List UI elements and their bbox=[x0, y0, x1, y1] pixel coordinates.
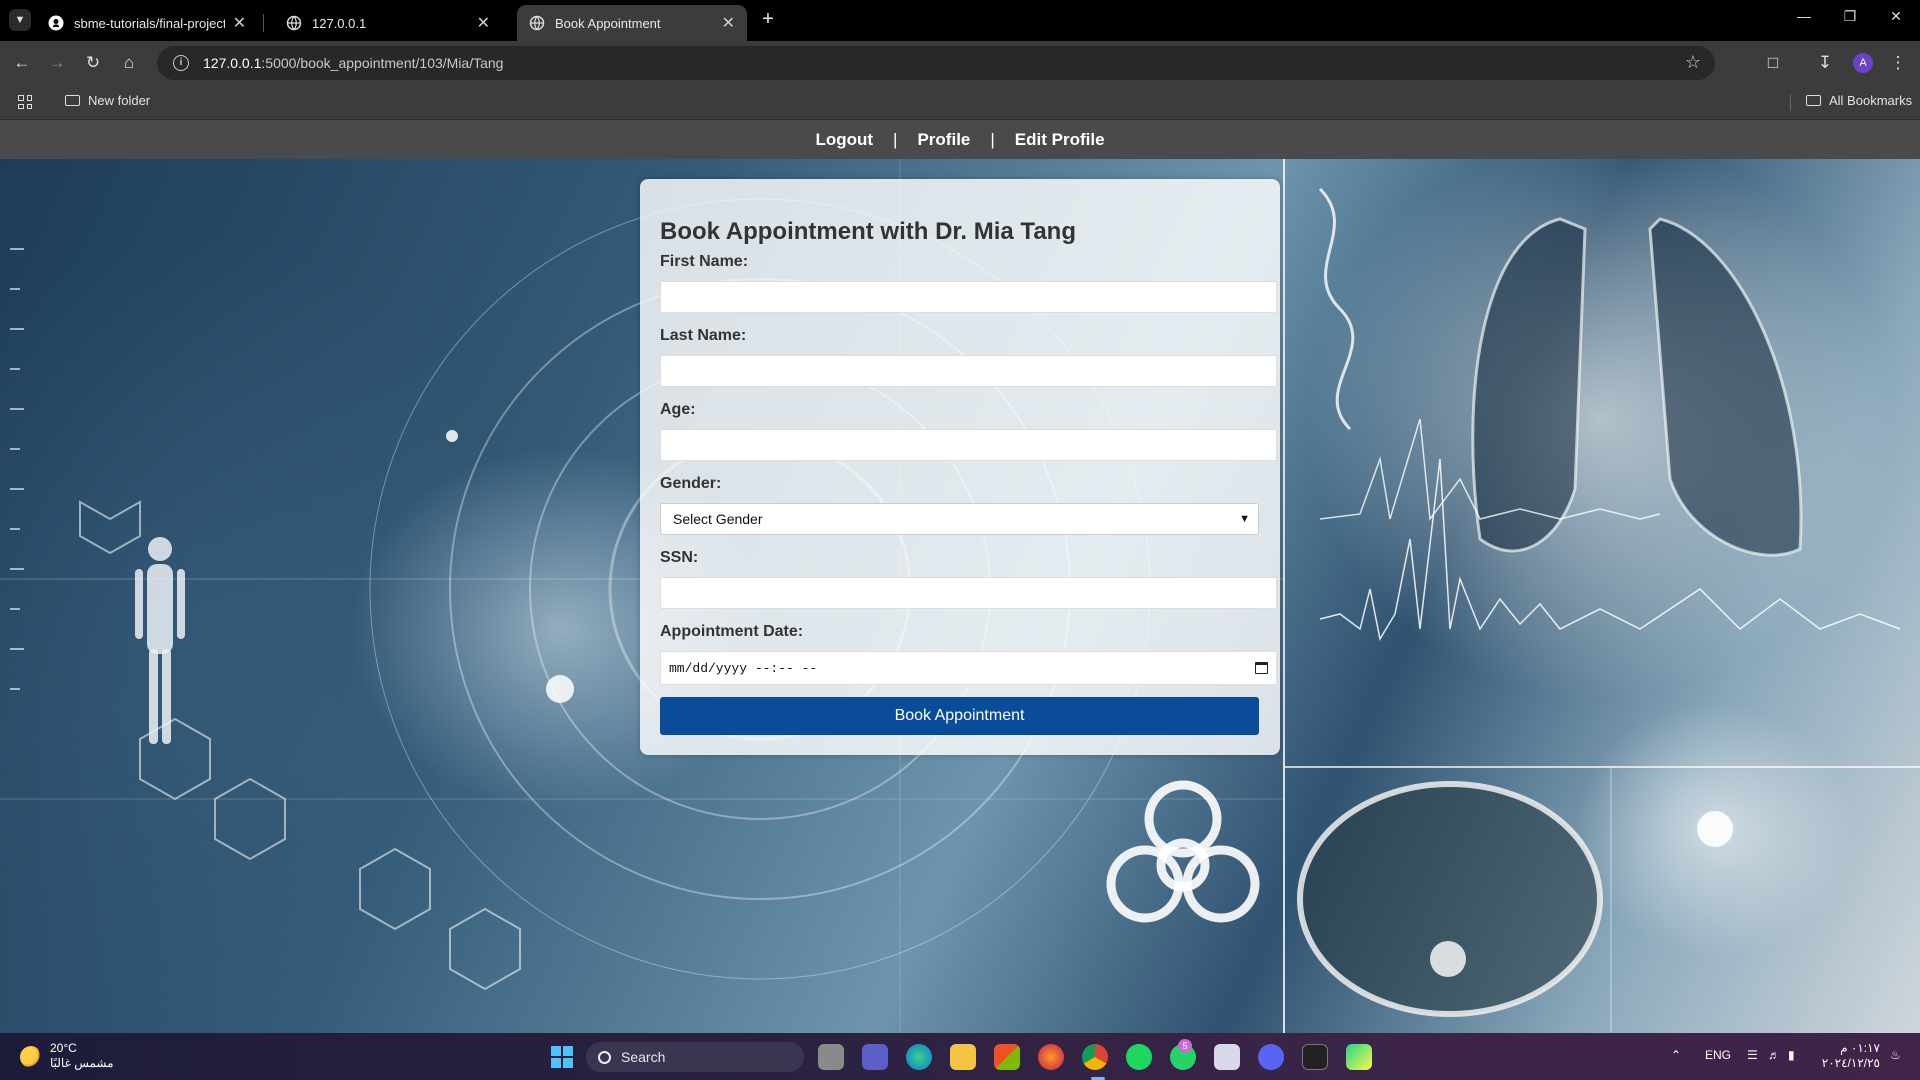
profile-avatar[interactable]: A bbox=[1853, 53, 1873, 73]
extensions-icon[interactable]: □ bbox=[1761, 51, 1785, 75]
close-icon[interactable]: ✕ bbox=[477, 13, 490, 33]
weather-widget[interactable]: 20°C مشمس غالبًا bbox=[50, 1041, 114, 1071]
first-name-field[interactable] bbox=[660, 281, 1277, 313]
bookmark-folder-new-folder[interactable]: New folder bbox=[65, 93, 150, 108]
ssn-field[interactable] bbox=[660, 577, 1277, 609]
apps-grid-icon[interactable] bbox=[18, 95, 32, 109]
system-clock[interactable]: ٠١:١٧ م ٢٠٢٤/١٢/٢٥ bbox=[1800, 1041, 1880, 1071]
taskbar-search[interactable]: Search bbox=[586, 1042, 804, 1072]
age-field[interactable] bbox=[660, 429, 1277, 461]
spotify-icon[interactable] bbox=[1126, 1044, 1152, 1070]
browser-toolbar: ← → ↻ ⌂ i 127.0.0.1:5000/book_appointmen… bbox=[0, 41, 1920, 85]
file-explorer-icon[interactable] bbox=[950, 1044, 976, 1070]
forward-icon[interactable]: → bbox=[45, 51, 69, 75]
page-content: Logout | Profile | Edit Profile Book App… bbox=[0, 120, 1920, 1033]
minimize-icon[interactable]: — bbox=[1781, 8, 1827, 24]
github-icon bbox=[48, 15, 64, 31]
tab-label: sbme-tutorials/final-project-da bbox=[74, 15, 225, 31]
site-info-icon[interactable]: i bbox=[173, 55, 189, 71]
age-label: Age: bbox=[660, 401, 696, 418]
menu-kebab-icon[interactable]: ⋮ bbox=[1886, 51, 1910, 75]
close-icon[interactable]: ✕ bbox=[233, 13, 246, 33]
bookmark-star-icon[interactable]: ☆ bbox=[1685, 52, 1701, 73]
back-icon[interactable]: ← bbox=[10, 51, 34, 75]
wifi-icon[interactable]: ☰ bbox=[1747, 1048, 1758, 1062]
ssn-label: SSN: bbox=[660, 549, 699, 566]
bookmarks-bar: New folder All Bookmarks bbox=[0, 85, 1920, 120]
nav-separator: | bbox=[893, 129, 898, 149]
search-icon bbox=[598, 1050, 611, 1064]
notification-bell-icon[interactable]: ♨ bbox=[1890, 1048, 1901, 1062]
globe-icon bbox=[286, 15, 302, 31]
tab-label: 127.0.0.1 bbox=[312, 15, 367, 31]
browser-tab-bar: ▼ sbme-tutorials/final-project-da ✕ 127.… bbox=[0, 0, 1920, 41]
tab-localhost[interactable]: 127.0.0.1 ✕ bbox=[274, 5, 502, 41]
volume-icon[interactable]: ♬ bbox=[1768, 1048, 1780, 1062]
address-bar[interactable]: i 127.0.0.1:5000/book_appointment/103/Mi… bbox=[157, 46, 1715, 80]
bookmark-label: New folder bbox=[88, 93, 151, 108]
discord-icon[interactable] bbox=[1258, 1044, 1284, 1070]
tab-search-button[interactable]: ▼ bbox=[9, 9, 31, 31]
url-text[interactable]: 127.0.0.1:5000/book_appointment/103/Mia/… bbox=[203, 55, 503, 71]
tab-github[interactable]: sbme-tutorials/final-project-da ✕ bbox=[36, 5, 258, 41]
gender-select[interactable]: Select Gender ▼ bbox=[660, 503, 1259, 535]
book-appointment-button[interactable]: Book Appointment bbox=[660, 697, 1259, 735]
clock-time: ٠١:١٧ م bbox=[1840, 1041, 1880, 1055]
snipping-tool-icon[interactable] bbox=[1214, 1044, 1240, 1070]
microsoft-store-icon[interactable] bbox=[994, 1044, 1020, 1070]
first-name-label: First Name: bbox=[660, 253, 749, 270]
all-bookmarks[interactable]: All Bookmarks bbox=[1806, 93, 1912, 108]
pycharm-icon[interactable] bbox=[1346, 1044, 1372, 1070]
tab-divider bbox=[263, 14, 264, 32]
date-placeholder: mm/dd/yyyy --:-- -- bbox=[669, 660, 818, 676]
task-view-icon[interactable] bbox=[818, 1044, 844, 1070]
last-name-label: Last Name: bbox=[660, 327, 747, 344]
discord-badge: 5 bbox=[1178, 1039, 1192, 1053]
bookmarks-divider bbox=[1790, 94, 1791, 111]
teams-icon[interactable] bbox=[862, 1044, 888, 1070]
tab-label: Book Appointment bbox=[555, 15, 661, 31]
close-icon[interactable]: ✕ bbox=[722, 13, 735, 33]
bookmark-label: All Bookmarks bbox=[1829, 93, 1913, 108]
weather-sun-icon[interactable] bbox=[20, 1046, 42, 1068]
battery-icon[interactable]: ▮ bbox=[1788, 1048, 1795, 1062]
language-indicator[interactable]: ENG bbox=[1705, 1048, 1731, 1062]
globe-icon bbox=[529, 15, 545, 31]
window-close-icon[interactable]: ✕ bbox=[1873, 8, 1919, 25]
site-nav: Logout | Profile | Edit Profile bbox=[0, 120, 1920, 159]
appointment-date-label: Appointment Date: bbox=[660, 623, 804, 640]
edge-icon[interactable] bbox=[906, 1044, 932, 1070]
search-label: Search bbox=[621, 1049, 666, 1065]
nav-separator: | bbox=[990, 129, 995, 149]
terminal-icon[interactable] bbox=[1302, 1044, 1328, 1070]
home-icon[interactable]: ⌂ bbox=[117, 51, 141, 75]
logout-link[interactable]: Logout bbox=[815, 130, 873, 150]
chevron-up-icon[interactable]: ⌃ bbox=[1671, 1048, 1681, 1062]
profile-link[interactable]: Profile bbox=[917, 130, 970, 150]
firefox-icon[interactable] bbox=[1038, 1044, 1064, 1070]
tab-book-appointment[interactable]: Book Appointment ✕ bbox=[517, 5, 747, 41]
last-name-field[interactable] bbox=[660, 355, 1277, 387]
folder-icon bbox=[65, 95, 80, 106]
download-icon[interactable]: ↧ bbox=[1813, 51, 1837, 75]
restore-icon[interactable]: ❐ bbox=[1827, 8, 1873, 25]
windows-taskbar: 20°C مشمس غالبًا Search 5 ⌃ ENG ☰ ♬ ▮ ٠١… bbox=[0, 1033, 1920, 1080]
calendar-icon[interactable] bbox=[1255, 662, 1268, 674]
chevron-down-icon: ▼ bbox=[1239, 513, 1250, 525]
gender-selected-value: Select Gender bbox=[673, 511, 763, 527]
new-tab-button[interactable]: + bbox=[757, 8, 779, 30]
form-title: Book Appointment with Dr. Mia Tang bbox=[660, 218, 1076, 245]
temperature: 20°C bbox=[50, 1041, 77, 1055]
gender-label: Gender: bbox=[660, 475, 722, 492]
windows-start-icon[interactable] bbox=[551, 1046, 573, 1068]
folder-icon bbox=[1806, 95, 1821, 106]
appointment-date-field[interactable]: mm/dd/yyyy --:-- -- bbox=[660, 651, 1277, 685]
reload-icon[interactable]: ↻ bbox=[81, 51, 105, 75]
appointment-form-card: Book Appointment with Dr. Mia Tang First… bbox=[640, 179, 1280, 755]
edit-profile-link[interactable]: Edit Profile bbox=[1015, 130, 1105, 150]
clock-date: ٢٠٢٤/١٢/٢٥ bbox=[1821, 1056, 1880, 1070]
weather-condition: مشمس غالبًا bbox=[50, 1056, 114, 1070]
chrome-icon[interactable] bbox=[1082, 1044, 1108, 1070]
